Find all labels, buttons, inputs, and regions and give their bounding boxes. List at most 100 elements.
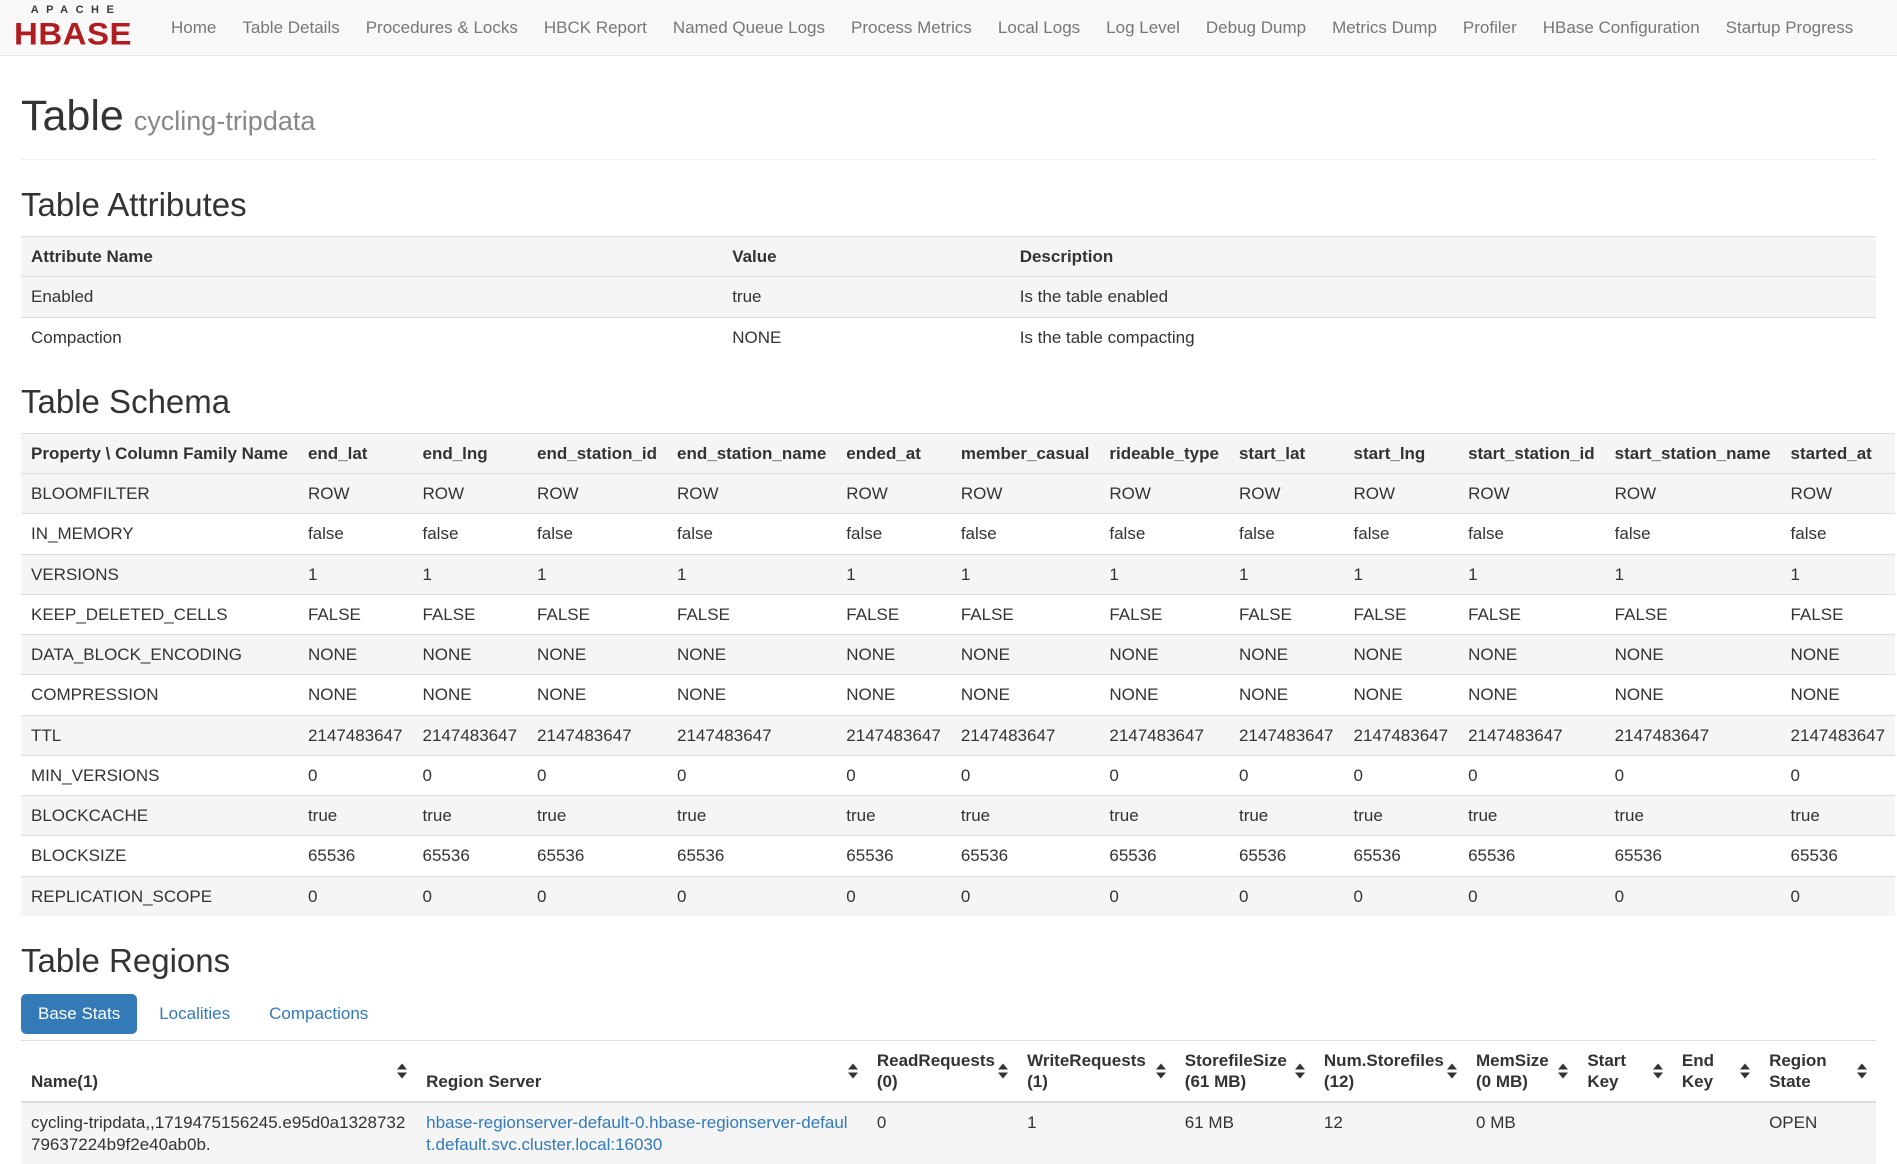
schema-value-cell: 65536	[667, 836, 836, 876]
schema-value-cell: 1	[1458, 554, 1605, 594]
regions-col-region-state[interactable]: Region State	[1759, 1040, 1876, 1102]
attributes-col-value: Value	[722, 237, 1010, 277]
regions-col-region-server[interactable]: Region Server	[416, 1040, 867, 1102]
nav-item-named-queue-logs[interactable]: Named Queue Logs	[660, 18, 838, 38]
schema-value-cell: NONE	[1605, 635, 1781, 675]
table-schema: Property \ Column Family Nameend_latend_…	[21, 433, 1895, 916]
schema-value-cell: 65536	[298, 836, 413, 876]
region-read-requests-cell: 0	[867, 1102, 1017, 1164]
schema-value-cell: NONE	[836, 675, 951, 715]
regions-col-num-storefiles-12[interactable]: Num.Storefiles (12)	[1314, 1040, 1466, 1102]
schema-property-cell: REPLICATION_SCOPE	[21, 876, 298, 916]
schema-value-cell: 0	[951, 876, 1100, 916]
schema-value-cell: NONE	[1458, 675, 1605, 715]
schema-value-cell: 0	[836, 755, 951, 795]
nav-item-table-details[interactable]: Table Details	[229, 18, 352, 38]
regions-col-start-key[interactable]: Start Key	[1577, 1040, 1672, 1102]
schema-value-cell: false	[1605, 514, 1781, 554]
schema-value-cell: NONE	[951, 675, 1100, 715]
schema-property-cell: TTL	[21, 715, 298, 755]
schema-value-cell: FALSE	[527, 594, 667, 634]
nav-item-hbase-configuration[interactable]: HBase Configuration	[1530, 18, 1713, 38]
nav-item-process-metrics[interactable]: Process Metrics	[838, 18, 985, 38]
nav-item-debug-dump[interactable]: Debug Dump	[1193, 18, 1319, 38]
nav-item-profiler[interactable]: Profiler	[1450, 18, 1530, 38]
region-server-link[interactable]: hbase-regionserver-default-0.hbase-regio…	[426, 1113, 847, 1153]
regions-col-name-1[interactable]: Name(1)	[21, 1040, 416, 1102]
sort-arrows-icon	[1156, 1064, 1166, 1079]
schema-value-cell: 2147483647	[1781, 715, 1896, 755]
nav-item-home[interactable]: Home	[158, 18, 229, 38]
regions-col-label: ReadRequests (0)	[877, 1051, 995, 1091]
sort-arrows-icon	[998, 1064, 1008, 1079]
schema-value-cell: 1	[667, 554, 836, 594]
regions-col-writerequests-1[interactable]: WriteRequests (1)	[1017, 1040, 1175, 1102]
schema-value-cell: NONE	[1605, 675, 1781, 715]
tab-compactions[interactable]: Compactions	[252, 994, 385, 1034]
regions-col-end-key[interactable]: End Key	[1672, 1040, 1759, 1102]
regions-col-readrequests-0[interactable]: ReadRequests (0)	[867, 1040, 1017, 1102]
attribute-value-cell: NONE	[722, 317, 1010, 357]
nav-item-procedures-locks[interactable]: Procedures & Locks	[353, 18, 531, 38]
schema-value-cell: 0	[836, 876, 951, 916]
nav-item-log-level[interactable]: Log Level	[1093, 18, 1193, 38]
regions-col-memsize-0-mb[interactable]: MemSize (0 MB)	[1466, 1040, 1577, 1102]
schema-row-min-versions: MIN_VERSIONS000000000000	[21, 755, 1895, 795]
schema-row-in-memory: IN_MEMORYfalsefalsefalsefalsefalsefalsef…	[21, 514, 1895, 554]
attribute-value-cell: true	[722, 277, 1010, 317]
region-num-storefiles-cell: 12	[1314, 1102, 1466, 1164]
tab-base-stats[interactable]: Base Stats	[21, 994, 137, 1034]
hbase-logo[interactable]: APACHE HBASE	[14, 5, 132, 50]
schema-property-cell: VERSIONS	[21, 554, 298, 594]
schema-value-cell: 1	[951, 554, 1100, 594]
schema-value-cell: NONE	[298, 675, 413, 715]
schema-value-cell: 0	[1458, 876, 1605, 916]
nav-item-local-logs[interactable]: Local Logs	[985, 18, 1093, 38]
schema-value-cell: 1	[1344, 554, 1459, 594]
tab-localities[interactable]: Localities	[142, 994, 247, 1034]
attribute-row-enabled: EnabledtrueIs the table enabled	[21, 277, 1876, 317]
schema-value-cell: 1	[1229, 554, 1344, 594]
schema-value-cell: true	[1781, 796, 1896, 836]
nav-item-hbck-report[interactable]: HBCK Report	[531, 18, 660, 38]
schema-value-cell: 2147483647	[1605, 715, 1781, 755]
schema-value-cell: false	[951, 514, 1100, 554]
region-tabs: Base Stats Localities Compactions	[21, 994, 1876, 1034]
schema-value-cell: true	[413, 796, 528, 836]
sort-arrows-icon	[1740, 1064, 1750, 1079]
regions-col-label: End Key	[1682, 1051, 1714, 1091]
schema-value-cell: NONE	[1781, 635, 1896, 675]
schema-value-cell: true	[1458, 796, 1605, 836]
schema-col-end-lng: end_lng	[413, 433, 528, 473]
schema-col-end-station-id: end_station_id	[527, 433, 667, 473]
schema-value-cell: true	[298, 796, 413, 836]
schema-value-cell: NONE	[1458, 635, 1605, 675]
nav-item-startup-progress[interactable]: Startup Progress	[1713, 18, 1867, 38]
schema-value-cell: ROW	[413, 474, 528, 514]
schema-value-cell: ROW	[1344, 474, 1459, 514]
schema-value-cell: ROW	[527, 474, 667, 514]
regions-col-storefilesize-61-mb[interactable]: StorefileSize (61 MB)	[1175, 1040, 1314, 1102]
schema-value-cell: true	[527, 796, 667, 836]
schema-heading: Table Schema	[21, 383, 1876, 421]
schema-row-blocksize: BLOCKSIZE6553665536655366553665536655366…	[21, 836, 1895, 876]
schema-value-cell: 2147483647	[527, 715, 667, 755]
schema-col-start-lng: start_lng	[1344, 433, 1459, 473]
schema-value-cell: 0	[951, 755, 1100, 795]
schema-value-cell: false	[1781, 514, 1896, 554]
schema-col-start-station-id: start_station_id	[1458, 433, 1605, 473]
schema-value-cell: false	[1229, 514, 1344, 554]
nav-item-metrics-dump[interactable]: Metrics Dump	[1319, 18, 1450, 38]
schema-value-cell: 65536	[1099, 836, 1229, 876]
schema-property-cell: COMPRESSION	[21, 675, 298, 715]
schema-value-cell: 0	[527, 876, 667, 916]
schema-value-cell: ROW	[836, 474, 951, 514]
schema-col-end-lat: end_lat	[298, 433, 413, 473]
regions-col-label: Name(1)	[31, 1072, 98, 1091]
schema-value-cell: FALSE	[1229, 594, 1344, 634]
schema-value-cell: false	[1099, 514, 1229, 554]
schema-value-cell: false	[667, 514, 836, 554]
attribute-description-cell: Is the table enabled	[1010, 277, 1876, 317]
region-region-state-cell: OPEN	[1759, 1102, 1876, 1164]
logo-apache-text: APACHE	[25, 5, 122, 16]
